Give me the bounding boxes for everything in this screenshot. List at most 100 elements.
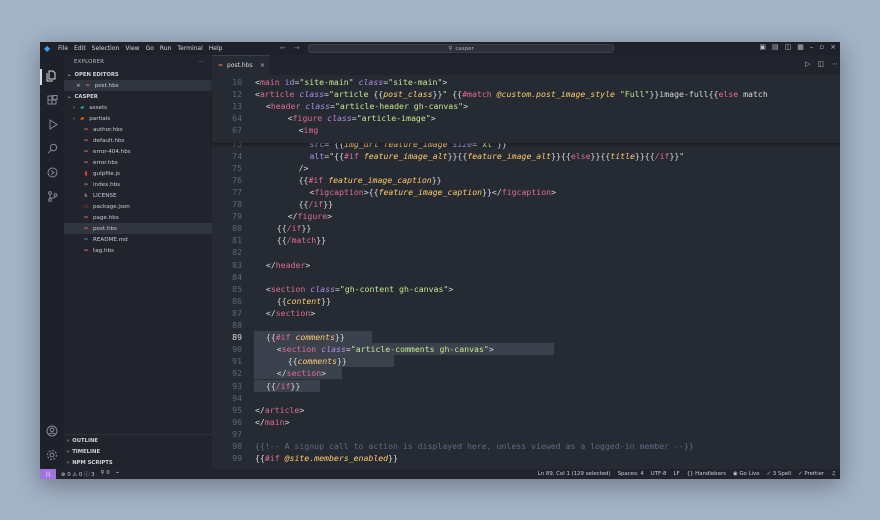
file-item[interactable]: ≈ author.hbs	[64, 124, 212, 135]
chevron-down-icon: ⌄	[67, 93, 72, 100]
notifications-bell-icon[interactable]: ♫	[831, 471, 836, 477]
open-editors-section[interactable]: ⌄ OPEN EDITORS	[64, 69, 212, 80]
npm-file-icon: ▭	[83, 203, 89, 210]
menu-help[interactable]: Help	[209, 45, 223, 52]
file-item[interactable]: ▭ package.json	[64, 201, 212, 212]
file-item[interactable]: ≈ README.md	[64, 234, 212, 245]
problems-indicator[interactable]: ⊗ 0 ⚠ 0 ⓘ 3	[61, 470, 95, 478]
file-item[interactable]: ≈ index.hbs	[64, 179, 212, 190]
open-editors-label: OPEN EDITORS	[74, 71, 119, 78]
status-item[interactable]: ◉ Go Live	[733, 471, 760, 477]
back-arrow-icon[interactable]: ←	[280, 44, 286, 52]
code-token: #if	[264, 453, 280, 464]
code-token: comments	[295, 332, 335, 343]
code-token: </	[265, 259, 276, 270]
forward-arrow-icon[interactable]: →	[294, 44, 300, 52]
menu-edit[interactable]: Edit	[74, 45, 86, 52]
more-editor-actions-icon[interactable]: ⋯	[831, 60, 838, 68]
code-token: #if	[308, 174, 324, 185]
toggle-panel-icon[interactable]: ▤	[772, 43, 779, 51]
file-label: index.hbs	[93, 181, 121, 188]
command-center-search[interactable]: ⚲ casper	[308, 44, 614, 53]
code-token: }}	[334, 332, 345, 343]
file-item[interactable]: ▮ gulpfile.js	[64, 168, 212, 179]
settings-gear-icon[interactable]	[45, 448, 59, 462]
search-sidebar-icon[interactable]	[45, 141, 59, 155]
tab-post-hbs[interactable]: ≈ post.hbs ×	[212, 55, 270, 75]
line-number: 94	[232, 392, 242, 403]
search-text: casper	[455, 45, 474, 52]
file-label: default.hbs	[93, 137, 125, 144]
editor-area: ≈ post.hbs × ▷ ◫ ⋯ 73 src="{{img_url feat…	[212, 55, 840, 469]
extensions-icon[interactable]	[45, 93, 59, 107]
tab-label: post.hbs	[227, 62, 253, 69]
menu-selection[interactable]: Selection	[92, 45, 120, 52]
explorer-icon[interactable]	[45, 69, 59, 83]
folder-partials[interactable]: › ▰ partials	[64, 113, 212, 124]
file-label: README.md	[93, 236, 128, 243]
menu-go[interactable]: Go	[146, 45, 154, 52]
line-number: 75	[232, 162, 242, 173]
status-item[interactable]: Spaces: 4	[618, 471, 644, 477]
split-editor-icon[interactable]: ◫	[817, 60, 824, 68]
code-token: figure	[292, 113, 323, 124]
remote-explorer-icon[interactable]	[45, 165, 59, 179]
code-token: {{	[276, 223, 287, 234]
status-item[interactable]: LF	[673, 471, 679, 477]
more-actions-icon[interactable]: ···	[198, 59, 204, 65]
toggle-sidebar-icon[interactable]: ▣	[759, 43, 766, 51]
ports-indicator[interactable]: ⚲ 0	[101, 470, 110, 478]
code-editor[interactable]: 73 src="{{img_url feature_image size="xl"…	[212, 75, 840, 469]
code-token: }}{{	[634, 150, 655, 161]
menu-run[interactable]: Run	[160, 45, 172, 52]
close-icon[interactable]: ×	[830, 43, 836, 51]
code-token: }}	[431, 174, 442, 185]
file-item[interactable]: ≈ page.hbs	[64, 212, 212, 223]
run-icon[interactable]: ▷	[805, 60, 810, 68]
status-item[interactable]: UTF-8	[651, 471, 667, 477]
status-item[interactable]: {} Handlebars	[687, 471, 726, 477]
code-token: }}{{	[447, 150, 468, 161]
project-section[interactable]: ⌄ CASPER	[64, 91, 212, 102]
line-number: 85	[232, 283, 242, 294]
code-token: </	[287, 211, 298, 222]
close-editor-icon[interactable]: ×	[76, 83, 81, 89]
menu-terminal[interactable]: Terminal	[177, 45, 202, 52]
maximize-icon[interactable]: ▫	[819, 43, 824, 51]
file-item[interactable]: ≈ default.hbs	[64, 135, 212, 146]
code-token: /if	[654, 150, 670, 161]
status-item[interactable]: ✓ 3 Spell	[767, 471, 792, 477]
code-token: else	[570, 150, 591, 161]
file-item[interactable]: ≈ error-404.hbs	[64, 146, 212, 157]
folder-assets[interactable]: › ▰ assets	[64, 102, 212, 113]
section-outline[interactable]: › OUTLINE	[64, 435, 212, 446]
run-debug-icon[interactable]	[45, 117, 59, 131]
minimize-icon[interactable]: –	[810, 43, 814, 51]
source-control-icon[interactable]	[45, 189, 59, 203]
line-number: 89	[232, 332, 242, 343]
code-line: <main id="site-main" class="site-main">	[255, 77, 447, 87]
customize-layout-icon[interactable]: ▦	[797, 43, 804, 51]
menu-file[interactable]: File	[58, 45, 68, 52]
section-timeline[interactable]: › TIMELINE	[64, 446, 212, 457]
status-item[interactable]: Ln 89, Col 1 (129 selected)	[538, 471, 611, 477]
account-icon[interactable]	[45, 424, 59, 438]
section-npm-scripts[interactable]: › NPM SCRIPTS	[64, 457, 212, 468]
tab-close-icon[interactable]: ×	[260, 62, 265, 69]
file-item[interactable]: ≈ post.hbs	[64, 223, 212, 234]
file-item[interactable]: k LICENSE	[64, 190, 212, 201]
toggle-secondary-sidebar-icon[interactable]: ◫	[785, 43, 792, 51]
folder-label: assets	[89, 104, 108, 111]
folder-label: partials	[89, 115, 111, 122]
file-item[interactable]: ≈ error.hbs	[64, 157, 212, 168]
status-item[interactable]: ✓ Prettier	[798, 471, 824, 477]
remote-indicator[interactable]: ⟩⟨	[40, 469, 56, 479]
line-number: 83	[232, 259, 242, 270]
open-editor-item[interactable]: × ≈ post.hbs	[64, 80, 212, 91]
open-editor-label: post.hbs	[94, 82, 119, 89]
file-item[interactable]: ≈ tag.hbs	[64, 245, 212, 256]
sync-icon[interactable]: ⌁	[116, 470, 119, 478]
line-number: 78	[232, 199, 242, 209]
menu-view[interactable]: View	[125, 45, 139, 52]
code-token: section	[275, 307, 311, 318]
